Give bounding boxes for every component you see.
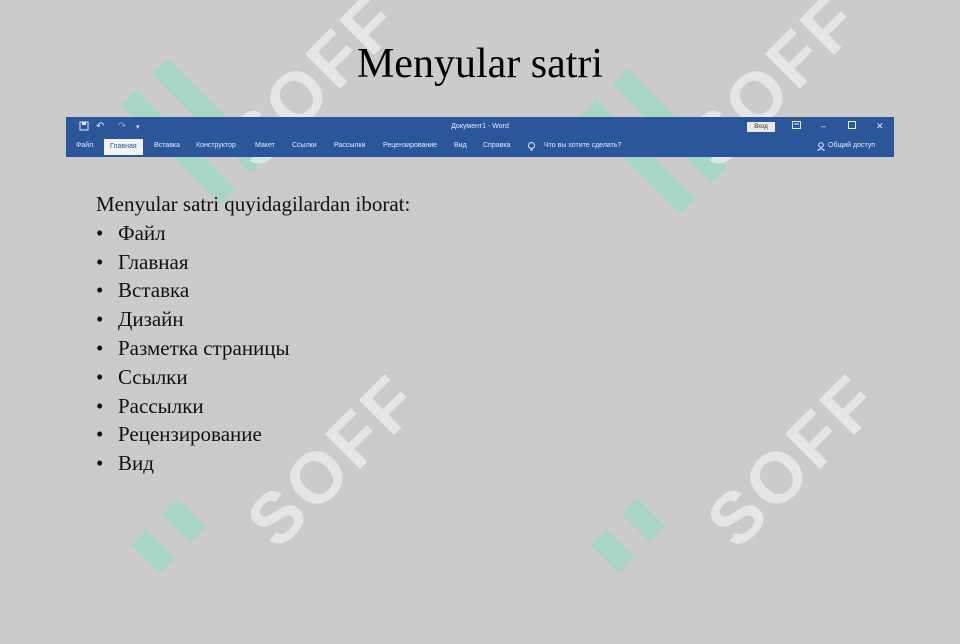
list-item: Главная [96,248,410,277]
list-item: Вставка [96,276,410,305]
tab-references[interactable]: Ссылки [292,142,317,149]
menu-list: Файл Главная Вставка Дизайн Разметка стр… [96,219,410,478]
watermark-logo-icon [590,496,739,644]
title-bar: ↶ ↷ ▾ Документ1 - Word Вход – ✕ [66,117,894,137]
list-item: Разметка страницы [96,334,410,363]
watermark-logo-icon [130,496,279,644]
maximize-icon[interactable] [848,121,856,131]
watermark-text: SOFF [692,359,896,563]
tab-design[interactable]: Конструктор [196,142,236,149]
tell-me-search[interactable]: Что вы хотите сделать? [544,142,621,149]
tab-view[interactable]: Вид [454,142,467,149]
menu-bar: Файл Главная Вставка Конструктор Макет С… [66,137,894,157]
list-item: Рассылки [96,392,410,421]
tab-layout[interactable]: Макет [255,142,275,149]
intro-text: Menyular satri quyidagilardan iborat: [96,192,411,216]
list-item: Ссылки [96,363,410,392]
tab-mailings[interactable]: Рассылки [334,142,365,149]
share-button[interactable]: Общий доступ [828,142,875,149]
list-item: Вид [96,449,410,478]
signin-button[interactable]: Вход [747,122,775,132]
list-item: Файл [96,219,410,248]
tab-file[interactable]: Файл [76,142,93,149]
slide-title: Menyular satri [356,41,604,87]
close-icon[interactable]: ✕ [876,121,884,132]
tab-insert[interactable]: Вставка [154,142,180,149]
person-icon [817,142,825,153]
tab-review[interactable]: Рецензирование [383,142,437,149]
list-item: Рецензирование [96,420,410,449]
ribbon-display-icon[interactable] [792,121,801,131]
list-item: Дизайн [96,305,410,334]
slide-content: Menyular satri quyidagilardan iborat: Фа… [96,190,410,478]
tab-help[interactable]: Справка [483,142,510,149]
word-ribbon: ↶ ↷ ▾ Документ1 - Word Вход – ✕ Файл Гла… [66,117,894,157]
lightbulb-icon [528,142,535,153]
tab-home[interactable]: Главная [104,139,143,155]
minimize-icon[interactable]: – [821,121,826,131]
